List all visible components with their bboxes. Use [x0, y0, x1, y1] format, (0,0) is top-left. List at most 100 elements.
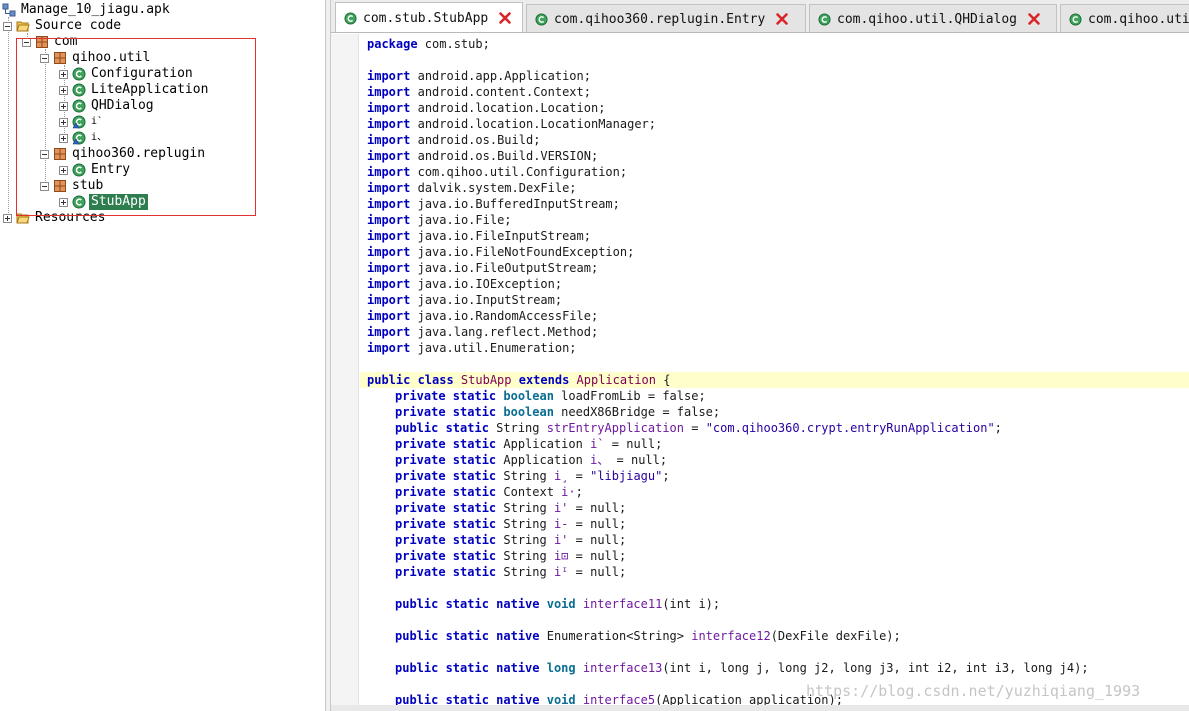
code-text: java.io.RandomAccessFile; [417, 309, 599, 323]
code-line-import: import java.io.FileOutputStream; [367, 260, 598, 276]
method-name: interface13 [575, 661, 663, 675]
collapse-toggle[interactable] [40, 53, 49, 63]
keyword: private static [395, 405, 497, 419]
package-icon [35, 35, 49, 49]
code-text: = null; [609, 453, 668, 467]
code-text: java.io.FileNotFoundException; [417, 245, 635, 259]
code-line-import: import android.location.Location; [367, 100, 605, 116]
tree-node-com[interactable]: com [22, 34, 79, 50]
keyword: extends [518, 373, 570, 387]
keyword: import [367, 293, 411, 307]
close-icon[interactable] [1027, 12, 1041, 26]
code-line-import: import android.app.Application; [367, 68, 591, 84]
project-tree-panel[interactable]: Manage_10_jiagu.apk Source code com qiho… [0, 0, 325, 711]
tab-qihoo-util-truncated[interactable]: com.qihoo.uti [1060, 4, 1189, 32]
keyword: private static [395, 389, 497, 403]
method-name: interface11 [575, 597, 663, 611]
keyword: private static [395, 549, 497, 563]
tree-node-stub[interactable]: stub [40, 178, 105, 194]
tree-node-liteapplication[interactable]: LiteApplication [59, 82, 210, 98]
tree-node-obfuscated-class[interactable]: i` [59, 114, 105, 130]
tree-node-qihoo-util[interactable]: qihoo.util [40, 50, 152, 66]
keyword: import [367, 325, 411, 339]
collapse-toggle[interactable] [40, 181, 49, 191]
tree-label: Entry [91, 162, 131, 177]
tab-stubapp[interactable]: com.stub.StubApp [335, 2, 523, 32]
field-name: i' [546, 501, 569, 515]
tree-node-qihoo360-replugin[interactable]: qihoo360.replugin [40, 146, 207, 162]
expand-toggle[interactable] [59, 85, 68, 95]
code-text: ; [575, 485, 583, 499]
tree-node-qhdialog[interactable]: QHDialog [59, 98, 156, 114]
field-name: iᴵ [546, 565, 569, 579]
expand-toggle[interactable] [59, 165, 68, 175]
tree-node-source-code[interactable]: Source code [3, 18, 123, 34]
class-icon [344, 11, 357, 25]
collapse-toggle[interactable] [3, 21, 12, 31]
class-icon [72, 67, 86, 81]
expand-toggle[interactable] [59, 133, 68, 143]
tree-node-stubapp[interactable]: StubApp [59, 194, 148, 210]
abstract-class-icon [72, 131, 86, 145]
keyword: import [367, 309, 411, 323]
code-editor[interactable]: package com.stub; import android.app.App… [331, 34, 1189, 711]
keyword: import [367, 165, 411, 179]
code-line-import: import android.os.Build.VERSION; [367, 148, 598, 164]
horizontal-scrollbar[interactable] [331, 705, 1189, 711]
keyword: import [367, 85, 411, 99]
type-name: void [539, 597, 576, 611]
expand-toggle[interactable] [59, 101, 68, 111]
code-text: ; [994, 421, 1002, 435]
expand-toggle[interactable] [59, 197, 68, 207]
tree-node-configuration[interactable]: Configuration [59, 66, 195, 82]
class-icon [72, 195, 86, 209]
code-line-import: import com.qihoo.util.Configuration; [367, 164, 627, 180]
keyword: private static [395, 437, 497, 451]
field-name: i· [553, 485, 576, 499]
keyword: private static [395, 453, 497, 467]
code-text: = [568, 469, 591, 483]
code-text: loadFromLib = false; [553, 389, 706, 403]
code-text: java.lang.reflect.Method; [417, 325, 599, 339]
type-name: Application [496, 437, 583, 451]
editor-gutter [331, 34, 359, 711]
type-name: Enumeration<String> [539, 629, 684, 643]
code-line-import: import android.location.LocationManager; [367, 116, 656, 132]
field-name: i¸ [546, 469, 569, 483]
editor-area: com.stub.StubApp com.qihoo360.replugin.E… [331, 0, 1189, 711]
collapse-toggle[interactable] [40, 149, 49, 159]
code-text: = null; [568, 533, 627, 547]
close-icon[interactable] [498, 11, 512, 25]
type-name: String [488, 421, 540, 435]
folder-open-icon [16, 211, 30, 225]
code-line-import: import java.io.File; [367, 212, 512, 228]
collapse-toggle[interactable] [22, 37, 31, 47]
close-icon[interactable] [775, 12, 789, 26]
tab-qhdialog[interactable]: com.qihoo.util.QHDialog [809, 4, 1057, 32]
expand-toggle[interactable] [3, 213, 12, 223]
code-line-field: private static Application i、 = null; [395, 452, 667, 468]
tree-node-obfuscated-class[interactable]: i、 [59, 130, 109, 146]
keyword: import [367, 149, 411, 163]
keyword: import [367, 229, 411, 243]
expand-toggle[interactable] [59, 69, 68, 79]
string-literal: "com.qihoo360.crypt.entryRunApplication" [705, 421, 995, 435]
keyword: private static [395, 501, 497, 515]
tree-node-resources[interactable]: Resources [3, 210, 107, 226]
tree-node-apk[interactable]: Manage_10_jiagu.apk [2, 2, 172, 18]
code-line-import: import java.io.InputStream; [367, 292, 562, 308]
code-line-import: import dalvik.system.DexFile; [367, 180, 577, 196]
tree-node-entry[interactable]: Entry [59, 162, 132, 178]
expand-toggle[interactable] [59, 117, 68, 127]
tree-label: Source code [35, 18, 122, 33]
keyword: import [367, 197, 411, 211]
code-text: (DexFile dexFile); [770, 629, 901, 643]
keyword: import [367, 181, 411, 195]
field-name: strEntryApplication [539, 421, 684, 435]
code-text: android.content.Context; [417, 85, 591, 99]
package-icon [53, 147, 67, 161]
tab-entry[interactable]: com.qihoo360.replugin.Entry [526, 4, 806, 32]
keyword: import [367, 213, 411, 227]
tree-label: Configuration [91, 66, 193, 81]
code-line-import: import android.os.Build; [367, 132, 540, 148]
